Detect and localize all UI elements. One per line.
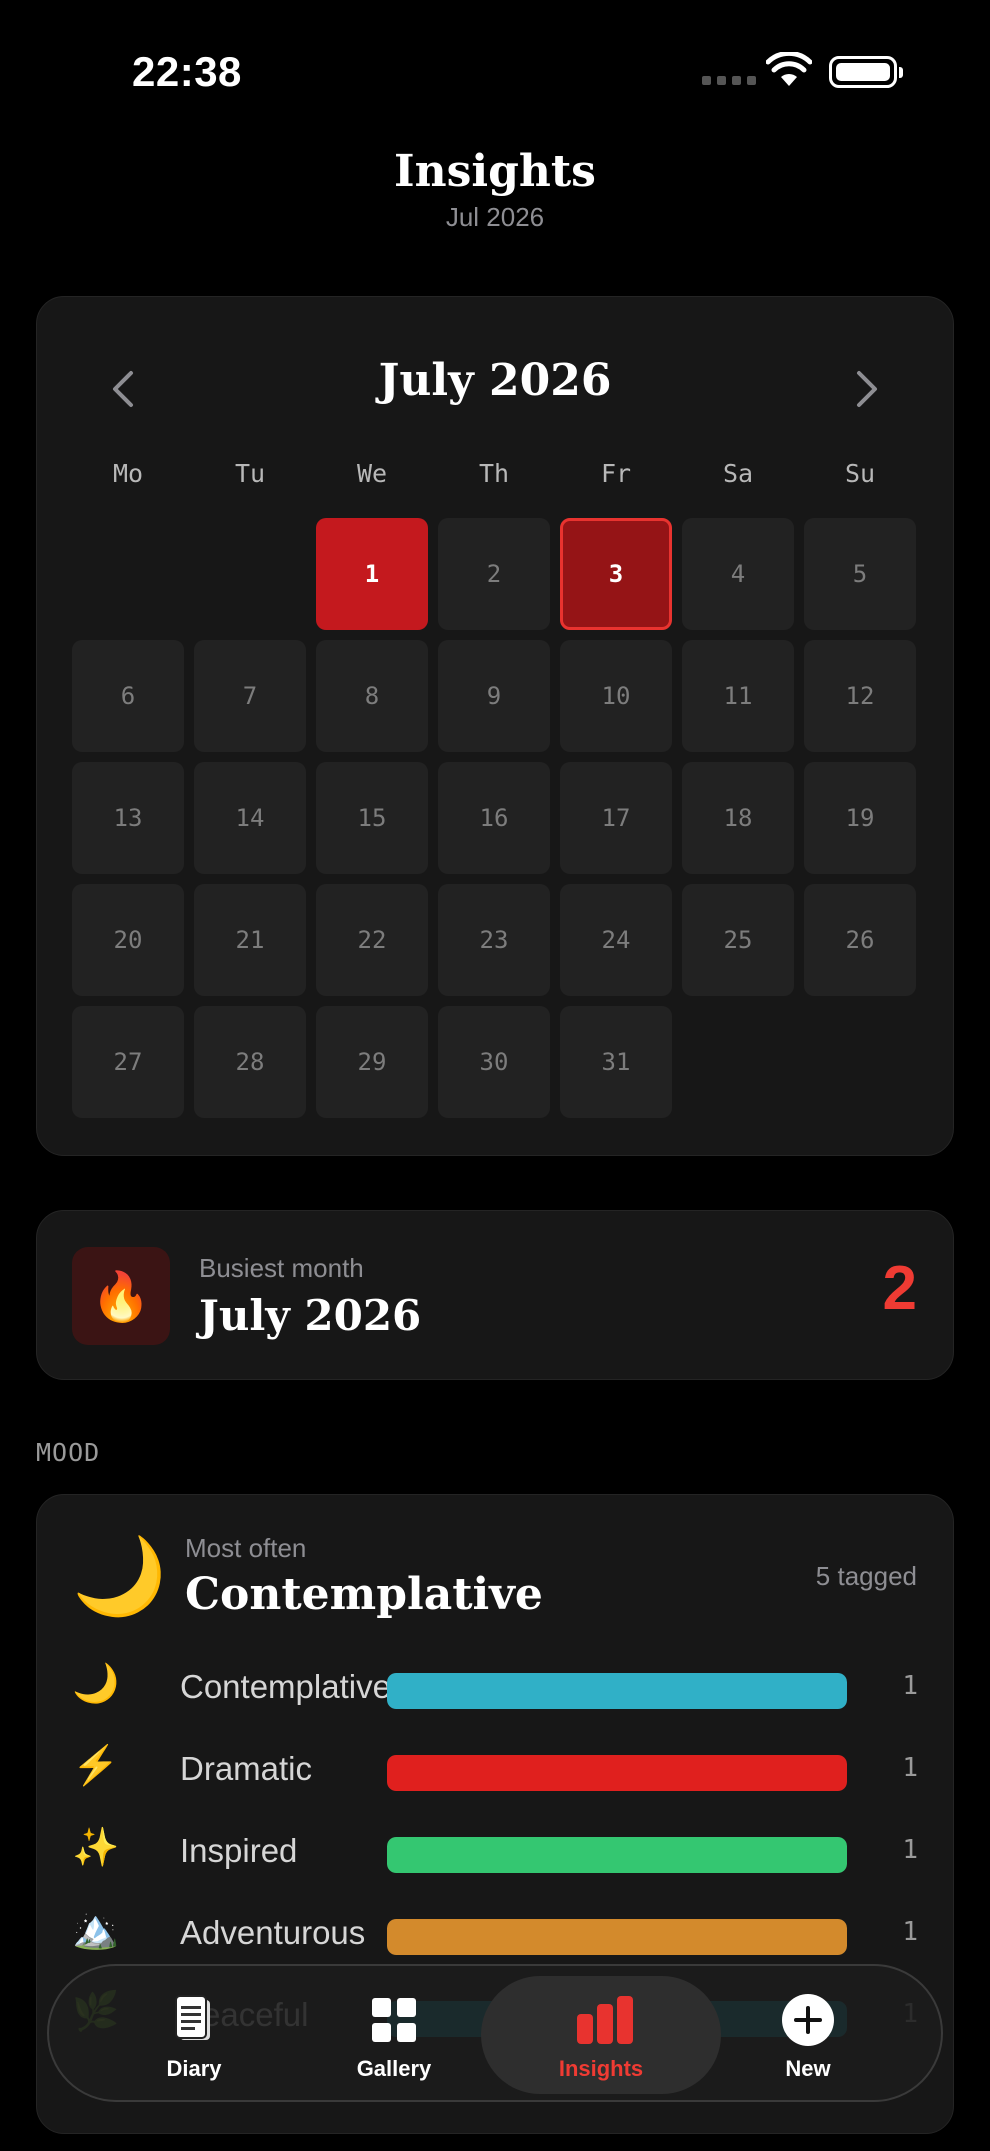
weekday-label: Fr [600, 459, 632, 488]
fire-icon: 🔥 [72, 1247, 170, 1345]
busiest-month-value: July 2026 [199, 1291, 422, 1340]
mountain-icon: 🏔️ [72, 1909, 120, 1951]
busiest-month-count: 2 [882, 1254, 917, 1323]
mood-label: Contemplative [180, 1668, 391, 1705]
mood-bar-track [387, 1837, 847, 1873]
moon-icon: 🌙 [72, 1534, 167, 1619]
calendar-day[interactable]: 10 [560, 640, 672, 752]
calendar-day[interactable]: 16 [438, 762, 550, 874]
calendar-grid: 1 2 3 4 5 6 7 8 9 10 11 12 13 14 15 16 17 18 19 20 21 22 23 24 2… [72, 518, 916, 1118]
calendar-day[interactable]: 24 [560, 884, 672, 996]
tab-diary[interactable]: Diary [89, 1966, 299, 2100]
tab-diary-label: Diary [166, 2056, 222, 2081]
mood-row: ⚡ Dramatic 1 [72, 1739, 918, 1799]
weekday-label: Sa [722, 459, 754, 488]
calendar-day[interactable]: 15 [316, 762, 428, 874]
calendar-day[interactable]: 6 [72, 640, 184, 752]
tab-gallery-label: Gallery [356, 2056, 432, 2081]
calendar-month-title: July 2026 [378, 355, 612, 406]
calendar-day[interactable]: 13 [72, 762, 184, 874]
page-subtitle: Jul 2026 [445, 202, 545, 232]
tab-new-label: New [785, 2056, 831, 2081]
mood-most-often-label: Most often [185, 1533, 307, 1563]
mood-row: 🌙 Contemplative 1 [72, 1657, 918, 1717]
calendar-day[interactable]: 14 [194, 762, 306, 874]
mood-count: 1 [902, 1835, 918, 1865]
calendar-day[interactable]: 12 [804, 640, 916, 752]
next-month-button[interactable] [849, 367, 885, 411]
mood-count: 1 [902, 1671, 918, 1701]
page-title: Insights [394, 146, 596, 197]
status-time: 22:38 [132, 48, 242, 95]
calendar-blank-cell [72, 518, 184, 630]
mood-bar-fill [387, 1673, 847, 1709]
sparkles-icon: ✨ [72, 1827, 120, 1869]
calendar-blank-cell [194, 518, 306, 630]
mood-bar-fill [387, 1755, 847, 1791]
mood-label: Inspired [180, 1832, 298, 1869]
tab-gallery[interactable]: Gallery [289, 1966, 499, 2100]
mood-row: ✨ Inspired 1 [72, 1821, 918, 1881]
weekday-label: We [356, 459, 388, 488]
calendar-day[interactable]: 2 [438, 518, 550, 630]
mood-section-label: MOOD [36, 1438, 101, 1467]
calendar-day[interactable]: 9 [438, 640, 550, 752]
mood-count: 1 [902, 1917, 918, 1947]
calendar-day[interactable]: 20 [72, 884, 184, 996]
weekday-header: Mo Tu We Th Fr Sa Su [72, 459, 916, 488]
mood-bar-track [387, 1919, 847, 1955]
calendar-day[interactable]: 29 [316, 1006, 428, 1118]
calendar-day[interactable]: 11 [682, 640, 794, 752]
calendar-day[interactable]: 31 [560, 1006, 672, 1118]
calendar-day[interactable]: 23 [438, 884, 550, 996]
lightning-icon: ⚡ [72, 1745, 120, 1787]
mood-label: Dramatic [180, 1750, 313, 1787]
mood-most-often-value: Contemplative [185, 1569, 543, 1620]
busiest-month-label: Busiest month [199, 1253, 364, 1283]
calendar-day[interactable]: 30 [438, 1006, 550, 1118]
calendar-day[interactable]: 28 [194, 1006, 306, 1118]
weekday-label: Tu [234, 459, 266, 488]
mood-tagged-count: 5 tagged [815, 1561, 917, 1591]
mood-count: 1 [902, 1753, 918, 1783]
calendar-day[interactable]: 8 [316, 640, 428, 752]
tab-insights-label: Insights [558, 2056, 644, 2081]
mood-bar-track [387, 1755, 847, 1791]
mood-row: 🏔️ Adventurous 1 [72, 1903, 918, 1963]
calendar-day[interactable]: 3 [560, 518, 672, 630]
calendar-card: July 2026 Mo Tu We Th Fr Sa Su 1 2 3 4 5 6 7 8 9 10 11 12… [36, 296, 954, 1156]
weekday-label: Mo [112, 459, 144, 488]
weekday-label: Th [478, 459, 510, 488]
calendar-day[interactable]: 26 [804, 884, 916, 996]
wifi-icon [766, 52, 812, 86]
calendar-day[interactable]: 4 [682, 518, 794, 630]
mood-bar-fill [387, 1919, 847, 1955]
calendar-day[interactable]: 19 [804, 762, 916, 874]
calendar-day[interactable]: 25 [682, 884, 794, 996]
calendar-day[interactable]: 22 [316, 884, 428, 996]
busiest-month-card: 🔥 Busiest month July 2026 2 [36, 1210, 954, 1380]
weekday-label: Su [844, 459, 876, 488]
cellular-signal-icon [702, 76, 756, 85]
diary-icon [175, 1995, 210, 2040]
calendar-day[interactable]: 27 [72, 1006, 184, 1118]
mood-bar-track [387, 1673, 847, 1709]
mood-bar-fill [387, 1837, 847, 1873]
tab-bar: Diary Gallery Insights New [47, 1964, 943, 2102]
insights-icon [577, 1996, 633, 2044]
calendar-day[interactable]: 7 [194, 640, 306, 752]
tab-new[interactable]: New [703, 1966, 913, 2100]
calendar-day[interactable]: 17 [560, 762, 672, 874]
calendar-day[interactable]: 1 [316, 518, 428, 630]
calendar-day[interactable]: 5 [804, 518, 916, 630]
battery-icon [829, 56, 903, 88]
gallery-icon [372, 1998, 416, 2042]
tab-insights[interactable]: Insights [496, 1966, 706, 2100]
mood-label: Adventurous [180, 1914, 366, 1951]
moon-icon: 🌙 [72, 1663, 120, 1705]
calendar-day[interactable]: 18 [682, 762, 794, 874]
calendar-day[interactable]: 21 [194, 884, 306, 996]
plus-icon [782, 1994, 834, 2046]
